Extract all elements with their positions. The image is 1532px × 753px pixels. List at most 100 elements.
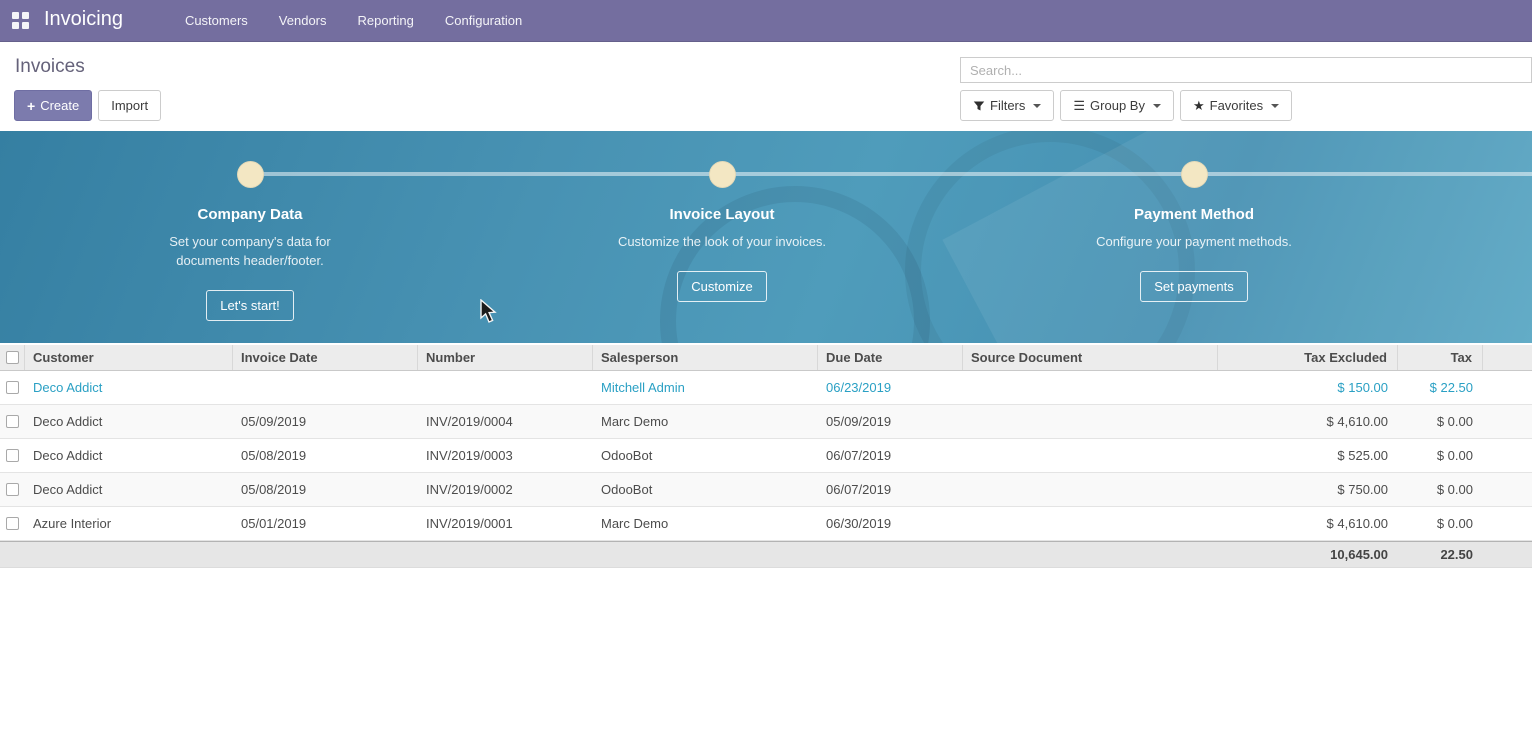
nav-item-reporting[interactable]: Reporting bbox=[352, 9, 420, 32]
search-input[interactable] bbox=[960, 57, 1532, 83]
column-header-due-date[interactable]: Due Date bbox=[818, 345, 963, 370]
lets-start-button[interactable]: Let's start! bbox=[206, 290, 294, 321]
cell-due-date: 06/07/2019 bbox=[818, 448, 963, 463]
page-title: Invoices bbox=[15, 56, 85, 78]
cell-tax-excluded: $ 150.00 bbox=[1218, 380, 1398, 395]
star-icon: ★ bbox=[1193, 99, 1205, 112]
cell-invoice-date: 05/08/2019 bbox=[233, 482, 418, 497]
import-button-label: Import bbox=[111, 98, 148, 113]
onboarding-banner: Company Data Set your company's data for… bbox=[0, 131, 1532, 343]
invoicing-page: Invoicing Customers Vendors Reporting Co… bbox=[0, 0, 1532, 753]
cell-tax-excluded: $ 525.00 bbox=[1218, 448, 1398, 463]
apps-menu-button[interactable] bbox=[0, 0, 40, 42]
cell-salesperson: Marc Demo bbox=[593, 414, 818, 429]
column-header-spacer bbox=[1483, 345, 1532, 370]
row-checkbox[interactable] bbox=[6, 517, 19, 530]
table-row[interactable]: Deco Addict 05/08/2019 INV/2019/0003 Odo… bbox=[0, 439, 1532, 473]
create-button[interactable]: + Create bbox=[14, 90, 92, 121]
favorites-label: Favorites bbox=[1210, 98, 1263, 113]
group-by-button[interactable]: ☰ Group By bbox=[1060, 90, 1174, 121]
table-row[interactable]: Azure Interior 05/01/2019 INV/2019/0001 … bbox=[0, 507, 1532, 541]
cell-due-date: 05/09/2019 bbox=[818, 414, 963, 429]
row-checkbox[interactable] bbox=[6, 449, 19, 462]
select-all-checkbox[interactable] bbox=[6, 351, 19, 364]
column-header-number[interactable]: Number bbox=[418, 345, 593, 370]
cell-invoice-date: 05/08/2019 bbox=[233, 448, 418, 463]
favorites-button[interactable]: ★ Favorites bbox=[1180, 90, 1292, 121]
cell-salesperson: Marc Demo bbox=[593, 516, 818, 531]
cell-number: INV/2019/0001 bbox=[418, 516, 593, 531]
caret-down-icon bbox=[1153, 104, 1161, 108]
footer-tax-excluded-total: 10,645.00 bbox=[1218, 547, 1398, 562]
invoices-table: Customer Invoice Date Number Salesperson… bbox=[0, 345, 1532, 568]
apps-grid-icon bbox=[12, 12, 29, 29]
row-checkbox[interactable] bbox=[6, 483, 19, 496]
row-checkbox[interactable] bbox=[6, 415, 19, 428]
step-dot-payment-method bbox=[1181, 161, 1208, 188]
cell-invoice-date: 05/01/2019 bbox=[233, 516, 418, 531]
cell-customer: Deco Addict bbox=[25, 448, 233, 463]
step-title: Payment Method bbox=[1054, 206, 1334, 223]
table-row[interactable]: Deco Addict 05/09/2019 INV/2019/0004 Mar… bbox=[0, 405, 1532, 439]
nav-item-vendors[interactable]: Vendors bbox=[273, 9, 333, 32]
top-nav: Customers Vendors Reporting Configuratio… bbox=[179, 9, 528, 32]
action-buttons: + Create Import bbox=[14, 90, 161, 121]
column-header-salesperson[interactable]: Salesperson bbox=[593, 345, 818, 370]
funnel-icon bbox=[973, 100, 985, 112]
cell-due-date: 06/07/2019 bbox=[818, 482, 963, 497]
table-row[interactable]: Deco Addict 05/08/2019 INV/2019/0002 Odo… bbox=[0, 473, 1532, 507]
group-by-label: Group By bbox=[1090, 98, 1145, 113]
step-title: Invoice Layout bbox=[582, 206, 862, 223]
cell-salesperson: OdooBot bbox=[593, 482, 818, 497]
step-title: Company Data bbox=[110, 206, 390, 223]
cell-tax: $ 22.50 bbox=[1398, 380, 1483, 395]
cell-customer: Azure Interior bbox=[25, 516, 233, 531]
cell-tax-excluded: $ 4,610.00 bbox=[1218, 516, 1398, 531]
column-header-tax-excluded[interactable]: Tax Excluded bbox=[1218, 345, 1398, 370]
step-description: Configure your payment methods. bbox=[1088, 232, 1300, 251]
cell-tax: $ 0.00 bbox=[1398, 516, 1483, 531]
onboarding-step-invoice-layout: Invoice Layout Customize the look of you… bbox=[582, 193, 862, 302]
cell-tax: $ 0.00 bbox=[1398, 482, 1483, 497]
cell-due-date: 06/30/2019 bbox=[818, 516, 963, 531]
row-checkbox[interactable] bbox=[6, 381, 19, 394]
row-select-cell bbox=[0, 483, 25, 496]
cell-due-date: 06/23/2019 bbox=[818, 380, 963, 395]
nav-item-configuration[interactable]: Configuration bbox=[439, 9, 528, 32]
app-name[interactable]: Invoicing bbox=[44, 8, 123, 31]
top-bar: Invoicing Customers Vendors Reporting Co… bbox=[0, 0, 1532, 42]
caret-down-icon bbox=[1271, 104, 1279, 108]
filters-label: Filters bbox=[990, 98, 1025, 113]
cell-salesperson: OdooBot bbox=[593, 448, 818, 463]
nav-item-customers[interactable]: Customers bbox=[179, 9, 254, 32]
caret-down-icon bbox=[1033, 104, 1041, 108]
step-description: Customize the look of your invoices. bbox=[616, 232, 828, 251]
column-header-invoice-date[interactable]: Invoice Date bbox=[233, 345, 418, 370]
column-header-tax[interactable]: Tax bbox=[1398, 345, 1483, 370]
create-button-label: Create bbox=[40, 98, 79, 113]
customize-button[interactable]: Customize bbox=[677, 271, 766, 302]
cell-customer: Deco Addict bbox=[25, 482, 233, 497]
onboarding-step-payment-method: Payment Method Configure your payment me… bbox=[1054, 193, 1334, 302]
search-options: Filters ☰ Group By ★ Favorites bbox=[960, 90, 1292, 121]
table-header-row: Customer Invoice Date Number Salesperson… bbox=[0, 345, 1532, 371]
column-header-customer[interactable]: Customer bbox=[25, 345, 233, 370]
row-select-cell bbox=[0, 517, 25, 530]
cell-tax: $ 0.00 bbox=[1398, 448, 1483, 463]
filters-button[interactable]: Filters bbox=[960, 90, 1054, 121]
step-dot-company-data bbox=[237, 161, 264, 188]
row-select-cell bbox=[0, 449, 25, 462]
step-description: Set your company's data for documents he… bbox=[144, 232, 356, 270]
set-payments-button[interactable]: Set payments bbox=[1140, 271, 1248, 302]
onboarding-step-company-data: Company Data Set your company's data for… bbox=[110, 193, 390, 321]
column-header-source-document[interactable]: Source Document bbox=[963, 345, 1218, 370]
table-footer-row: 10,645.00 22.50 bbox=[0, 541, 1532, 568]
row-select-cell bbox=[0, 415, 25, 428]
import-button[interactable]: Import bbox=[98, 90, 161, 121]
group-by-icon: ☰ bbox=[1073, 99, 1085, 112]
cell-invoice-date: 05/09/2019 bbox=[233, 414, 418, 429]
cell-number: INV/2019/0002 bbox=[418, 482, 593, 497]
select-all-cell bbox=[0, 345, 25, 370]
control-panel: Invoices + Create Import Filters ☰ Group… bbox=[0, 42, 1532, 131]
table-row[interactable]: Deco Addict Mitchell Admin 06/23/2019 $ … bbox=[0, 371, 1532, 405]
